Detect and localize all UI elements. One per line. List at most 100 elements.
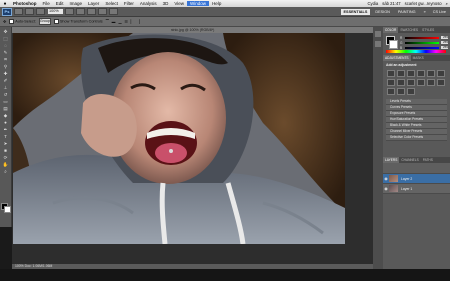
blue-value[interactable]: 255 <box>441 45 448 50</box>
blue-slider[interactable] <box>405 46 439 49</box>
background-color-swatch[interactable] <box>4 206 11 213</box>
apple-icon[interactable]: ● <box>0 1 10 7</box>
hand-tool-button[interactable] <box>65 8 74 15</box>
crop-tool-icon[interactable]: ⌗ <box>2 57 9 62</box>
rotate-view-button[interactable] <box>87 8 96 15</box>
3d-rotate-tool-icon[interactable]: ⟳ <box>2 155 9 160</box>
align-right-icon[interactable]: ▕ <box>137 19 140 24</box>
cs-live-button[interactable]: CS Live <box>433 10 446 14</box>
layer-row[interactable]: ◉ Layer 2 <box>383 174 450 184</box>
menu-edit[interactable]: Edit <box>53 1 67 6</box>
image-canvas[interactable] <box>13 33 345 244</box>
layer-row[interactable]: ◉ Layer 1 <box>383 184 450 194</box>
shape-tool-icon[interactable]: ■ <box>2 148 9 153</box>
red-label: R <box>400 35 403 40</box>
vibrance-icon[interactable] <box>427 70 435 77</box>
menu-image[interactable]: Image <box>67 1 86 6</box>
auto-select-dropdown[interactable]: Group <box>38 18 51 25</box>
hand-tool-icon[interactable]: ✋ <box>2 162 9 167</box>
type-tool-icon[interactable]: T <box>2 134 9 139</box>
channel-mixer-icon[interactable] <box>417 79 425 86</box>
menu-select[interactable]: Select <box>102 1 121 6</box>
status-clock[interactable]: sáb 21:47 <box>380 1 402 6</box>
menu-help[interactable]: Help <box>209 1 224 6</box>
menu-view[interactable]: View <box>171 1 187 6</box>
green-value[interactable]: 255 <box>441 40 448 45</box>
color-ramp[interactable] <box>386 50 446 53</box>
move-tool-icon[interactable]: ✥ <box>3 19 6 24</box>
path-select-tool-icon[interactable]: ➤ <box>2 141 9 146</box>
arrange-documents-button[interactable] <box>98 8 107 15</box>
selective-color-icon[interactable] <box>407 88 415 95</box>
distribute-icon[interactable]: ☰ <box>124 19 127 24</box>
info-panel-icon[interactable] <box>375 41 381 47</box>
red-slider[interactable] <box>405 36 439 39</box>
more-workspaces-button[interactable]: » <box>421 9 429 15</box>
color-balance-icon[interactable] <box>387 79 395 86</box>
workspace-essentials[interactable]: ESSENTIALS <box>340 8 371 15</box>
black-white-icon[interactable] <box>397 79 405 86</box>
brightness-contrast-icon[interactable] <box>387 70 395 77</box>
eraser-tool-icon[interactable]: ▭ <box>2 99 9 104</box>
menu-filter[interactable]: Filter <box>121 1 137 6</box>
adjustments-panel: Add an adjustment <box>383 61 450 98</box>
align-left-icon[interactable]: ▏ <box>131 19 134 24</box>
workspace-painting[interactable]: PAINTING <box>395 9 419 15</box>
marquee-tool-icon[interactable]: ⬚ <box>2 36 9 41</box>
curves-icon[interactable] <box>407 70 415 77</box>
menu-analysis[interactable]: Analysis <box>137 1 160 6</box>
launch-minibridge-button[interactable] <box>25 8 34 15</box>
tab-channels[interactable]: CHANNELS <box>399 157 420 163</box>
exposure-icon[interactable] <box>417 70 425 77</box>
tab-paths[interactable]: PATHS <box>421 157 435 163</box>
photo-filter-icon[interactable] <box>407 79 415 86</box>
zoom-tool-icon[interactable]: ⌕ <box>2 169 9 174</box>
status-user[interactable]: scarlet gw...reynoso <box>403 1 444 6</box>
workspace-design[interactable]: DESIGN <box>372 9 393 15</box>
view-extras-button[interactable] <box>36 8 45 15</box>
screen-mode-button[interactable] <box>109 8 118 15</box>
menu-3d[interactable]: 3D <box>160 1 172 6</box>
spotlight-icon[interactable]: ⌕ <box>444 1 450 6</box>
red-value[interactable]: 255 <box>441 35 448 40</box>
quick-select-tool-icon[interactable]: ✎ <box>2 50 9 55</box>
pen-tool-icon[interactable]: ✒ <box>2 127 9 132</box>
clone-stamp-tool-icon[interactable]: ⊥ <box>2 85 9 90</box>
posterize-icon[interactable] <box>437 79 445 86</box>
background-swatch[interactable] <box>389 40 398 49</box>
status-cydia[interactable]: Cydia <box>366 1 381 6</box>
menu-file[interactable]: File <box>40 1 53 6</box>
align-bottom-icon[interactable]: ▁ <box>118 19 121 24</box>
tab-layers[interactable]: LAYERS <box>383 157 400 163</box>
dodge-tool-icon[interactable]: ● <box>2 120 9 125</box>
auto-select-checkbox[interactable] <box>9 19 15 24</box>
show-transform-checkbox[interactable] <box>53 19 59 24</box>
menu-layer[interactable]: Layer <box>85 1 102 6</box>
history-panel-icon[interactable] <box>375 31 381 37</box>
hue-saturation-icon[interactable] <box>437 70 445 77</box>
align-top-icon[interactable]: ▔ <box>106 19 109 24</box>
preset-selective-color[interactable]: Selective Color Presets <box>386 135 447 141</box>
lasso-tool-icon[interactable]: ◌ <box>2 43 9 48</box>
auto-select-label: Auto-Select: <box>15 19 36 24</box>
zoom-level-select[interactable]: 100% <box>48 9 63 14</box>
brush-tool-icon[interactable]: ✐ <box>2 78 9 83</box>
gradient-tool-icon[interactable]: ▤ <box>2 106 9 111</box>
align-middle-icon[interactable]: ▬ <box>112 20 116 24</box>
history-brush-tool-icon[interactable]: ↺ <box>2 92 9 97</box>
eyedropper-tool-icon[interactable]: ⚲ <box>2 64 9 69</box>
menu-window[interactable]: Window <box>187 1 210 6</box>
launch-bridge-button[interactable] <box>14 8 23 15</box>
threshold-icon[interactable] <box>387 88 395 95</box>
levels-icon[interactable] <box>397 70 405 77</box>
zoom-tool-button[interactable] <box>76 8 85 15</box>
tab-adjustments[interactable]: ADJUSTMENTS <box>383 55 411 61</box>
green-slider[interactable] <box>405 41 439 44</box>
healing-brush-tool-icon[interactable]: ✚ <box>2 71 9 76</box>
blur-tool-icon[interactable]: ◆ <box>2 113 9 118</box>
move-tool-icon[interactable]: ✥ <box>2 29 9 34</box>
gradient-map-icon[interactable] <box>397 88 405 95</box>
invert-icon[interactable] <box>427 79 435 86</box>
tab-masks[interactable]: MASKS <box>411 55 426 61</box>
menu-photoshop[interactable]: Photoshop <box>10 1 40 6</box>
